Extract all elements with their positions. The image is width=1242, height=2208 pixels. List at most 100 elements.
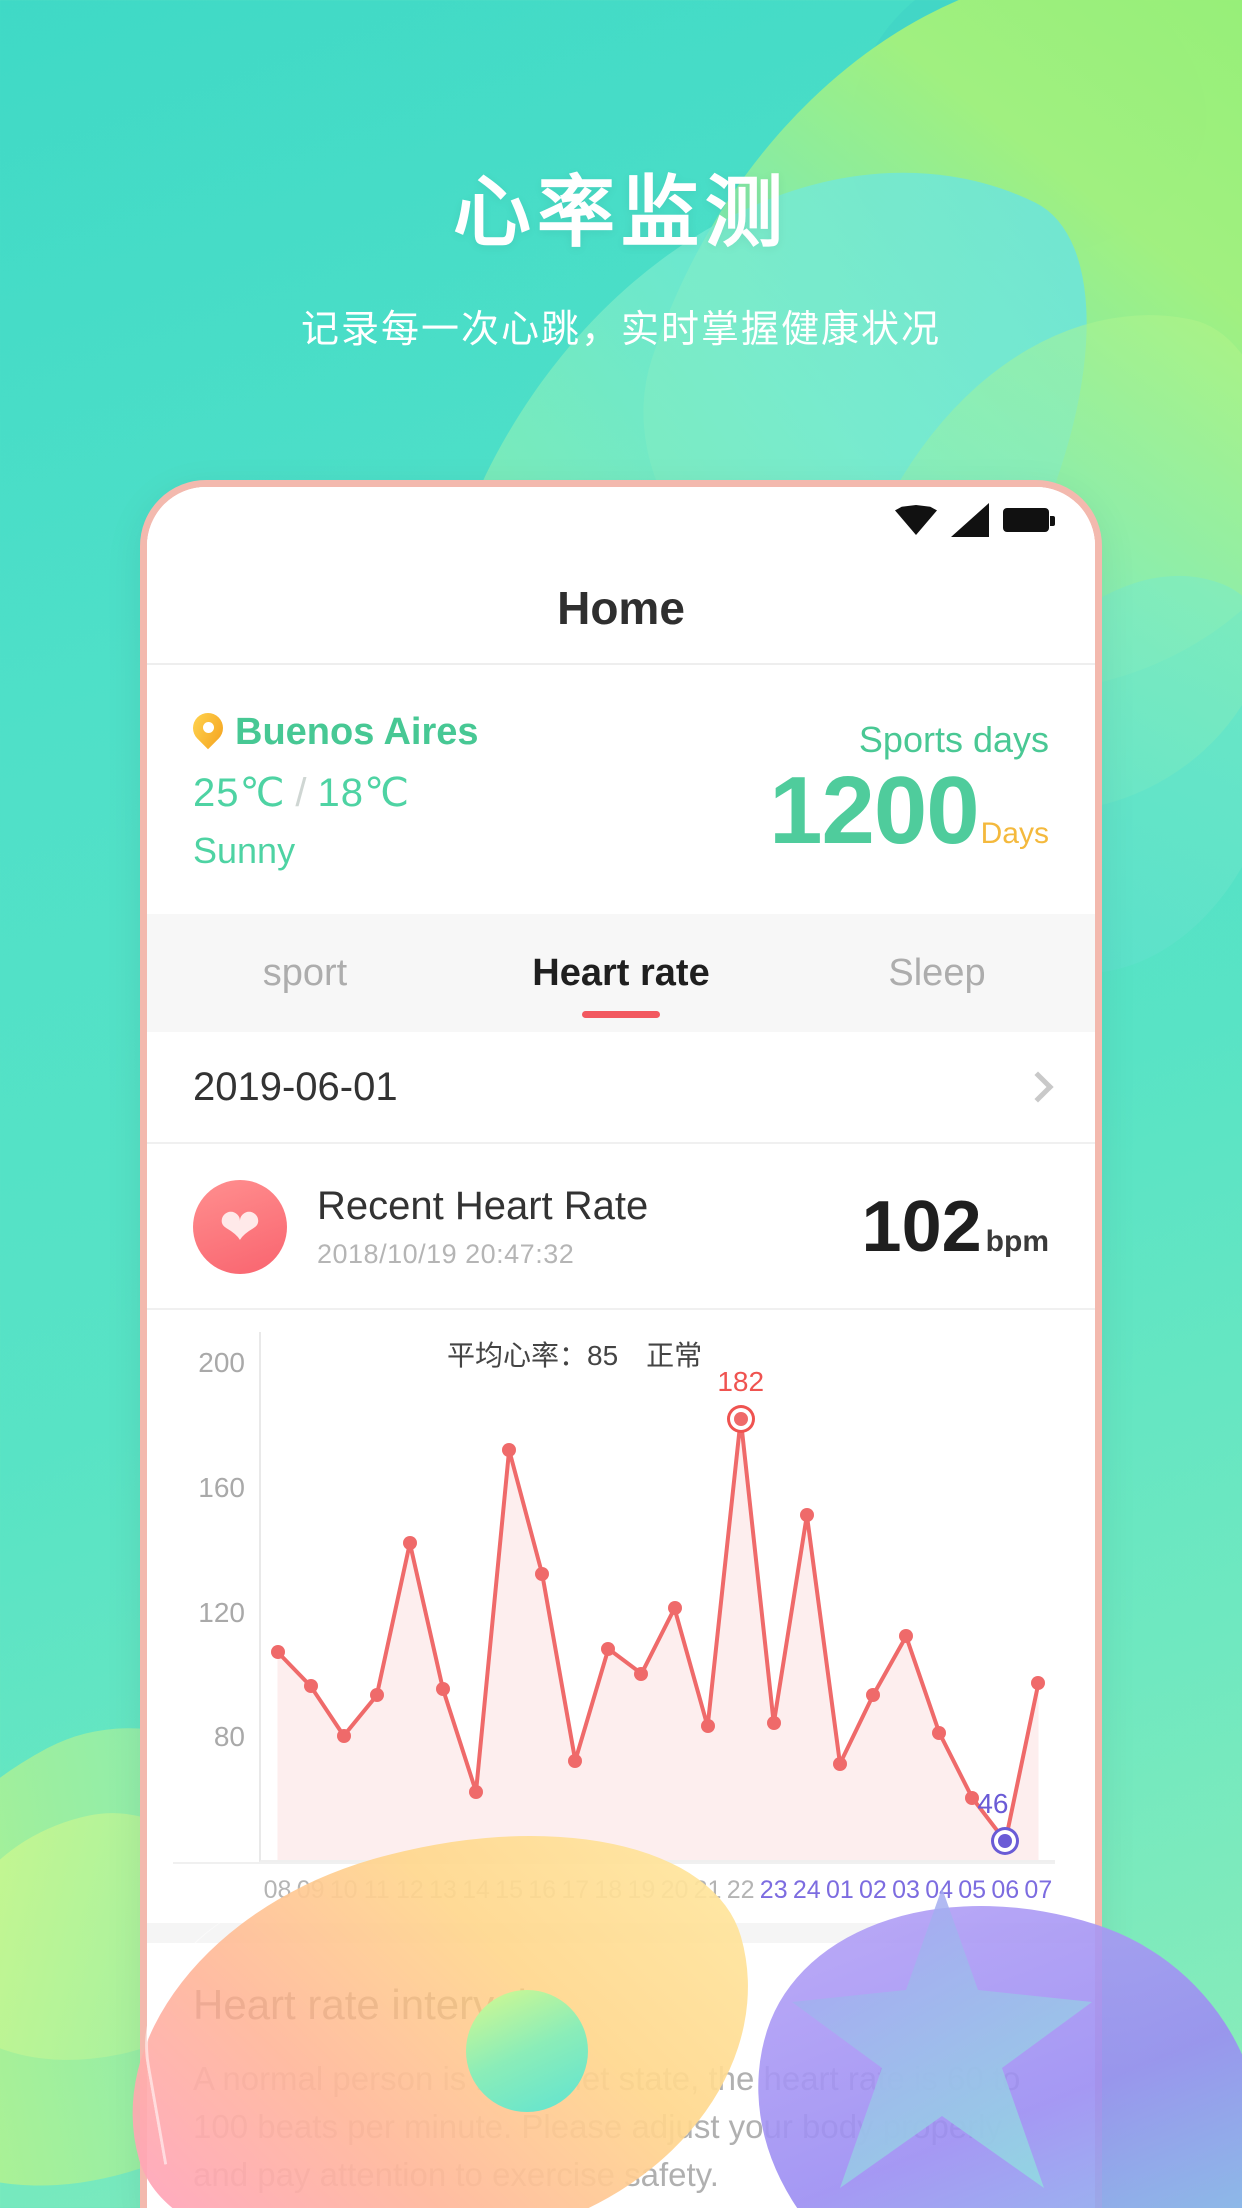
wifi-icon: [895, 505, 937, 535]
city-row[interactable]: Buenos Aires: [193, 711, 479, 754]
tab-sleep-label: Sleep: [888, 951, 986, 994]
x-axis-tick: 07: [1024, 1876, 1053, 1904]
y-axis-tick: 120: [198, 1596, 245, 1628]
date-selector-row[interactable]: 2019-06-01: [147, 1032, 1095, 1144]
chart-data-point: [568, 1753, 583, 1768]
heart-rate-interval-body: A normal person is in a quiet state, the…: [193, 2060, 1021, 2193]
weather-condition: Sunny: [193, 830, 296, 871]
chart-data-point: [303, 1679, 318, 1694]
x-axis-tick: 05: [958, 1876, 987, 1904]
chart-y-axis: 200 160 120 80: [173, 1332, 259, 1862]
sports-days-block: Sports days 1200Days: [769, 711, 1049, 859]
chart-plot-area: 200 160 120 80 182 46: [173, 1332, 1055, 1862]
temp-separator: /: [295, 771, 308, 815]
x-axis-tick: 22: [726, 1876, 755, 1904]
temp-high: 25℃: [193, 771, 286, 815]
x-axis-tick: 14: [462, 1876, 490, 1904]
page-title: 心率监测: [452, 168, 789, 256]
x-axis-tick: 23: [759, 1876, 788, 1904]
temp-low: 18℃: [317, 771, 410, 815]
recent-heart-rate-value: 102 bpm: [862, 1186, 1049, 1268]
chart-data-point: [766, 1716, 781, 1731]
chart-data-point: [369, 1688, 384, 1703]
chart-min-label: 46: [977, 1788, 1009, 1820]
recent-heart-rate-texts: Recent Heart Rate 2018/10/19 20:47:32: [317, 1184, 862, 1270]
x-axis-tick: 21: [693, 1876, 722, 1904]
chart-max-label: 182: [717, 1365, 765, 1397]
sports-days-number: 1200: [769, 757, 980, 864]
weather-summary-card[interactable]: Buenos Aires 25℃/18℃ Sunny Sports days 1…: [147, 665, 1095, 914]
chart-x-axis: 08 09 10 11 12 13 14 15 16 17 18 19 20 21 22 23 24 01 02 03…: [173, 1862, 1055, 1923]
chart-data-point: [634, 1666, 649, 1681]
tab-sport-label: sport: [262, 951, 348, 994]
heart-glyph: ❤: [219, 1199, 261, 1255]
chart-data-point: [270, 1644, 285, 1659]
recent-heart-rate-unit: bpm: [985, 1225, 1049, 1258]
chart-line-plot: 182 46: [259, 1332, 1055, 1862]
tab-underline-active: [582, 1011, 660, 1018]
x-axis-tick: 06: [991, 1876, 1020, 1904]
tab-heart-rate[interactable]: Heart rate: [463, 914, 779, 1032]
y-axis-tick: 160: [198, 1471, 245, 1503]
status-bar: [147, 487, 1095, 553]
page-subtitle: 记录每一次心跳，实时掌握健康状况: [300, 309, 941, 351]
chart-data-point: [866, 1688, 881, 1703]
heart-rate-interval-section: Heart rate interval A normal person is i…: [147, 1943, 1095, 2199]
chart-data-point: [601, 1641, 616, 1656]
tab-bar[interactable]: sport Heart rate Sleep: [147, 914, 1095, 1032]
chart-data-point: [336, 1728, 351, 1743]
x-axis-tick: 17: [561, 1876, 590, 1904]
tab-heart-rate-label: Heart rate: [532, 951, 710, 994]
recent-heart-rate-title: Recent Heart Rate: [317, 1184, 649, 1228]
tab-sport[interactable]: sport: [147, 914, 463, 1032]
battery-icon: [1003, 508, 1055, 532]
chart-data-point: [799, 1508, 814, 1523]
x-axis-tick: 02: [859, 1876, 887, 1904]
hero-section: 心率监测 记录每一次心跳，实时掌握健康状况: [0, 0, 1242, 353]
y-axis-tick: 200: [198, 1347, 245, 1379]
navbar-title: Home: [557, 582, 685, 634]
x-axis-tick: 01: [825, 1876, 854, 1904]
x-axis-tick: 20: [660, 1876, 689, 1904]
section-divider: [147, 1923, 1095, 1943]
chart-data-point: [1031, 1675, 1046, 1690]
phone-mockup: Home Buenos Aires 25℃/18℃ Sunny Sports d…: [140, 480, 1102, 2208]
heart-rate-interval-title: Heart rate interval: [193, 1981, 527, 2028]
x-axis-tick: 13: [429, 1876, 457, 1904]
y-axis-tick: 80: [213, 1721, 245, 1753]
heart-icon: ❤: [193, 1180, 287, 1274]
sports-days-value-row: 1200Days: [769, 763, 1049, 859]
x-axis-tick: 24: [792, 1876, 821, 1904]
chart-data-point: [667, 1601, 682, 1616]
x-axis-tick: 19: [627, 1876, 656, 1904]
sports-days-unit: Days: [980, 817, 1049, 850]
temperature-range: 25℃/18℃: [193, 770, 479, 816]
sports-days-label: Sports days: [858, 719, 1049, 760]
selected-date: 2019-06-01: [193, 1064, 398, 1109]
recent-heart-rate-row[interactable]: ❤ Recent Heart Rate 2018/10/19 20:47:32 …: [147, 1144, 1095, 1310]
chart-data-point: [435, 1682, 450, 1697]
x-axis-tick: 10: [329, 1876, 358, 1904]
x-axis-tick: 04: [925, 1876, 953, 1904]
x-axis-tick: 12: [395, 1876, 424, 1904]
recent-heart-rate-timestamp: 2018/10/19 20:47:32: [317, 1239, 575, 1269]
signal-icon: [951, 503, 989, 537]
chart-max-point: [733, 1411, 748, 1426]
x-axis-tick: 11: [363, 1876, 390, 1904]
location-pin-icon: [193, 713, 223, 753]
x-axis-tick: 08: [263, 1876, 292, 1904]
x-axis-tick: 18: [594, 1876, 623, 1904]
chevron-right-icon[interactable]: [1022, 1071, 1054, 1103]
x-axis-tick: 16: [528, 1876, 557, 1904]
chart-data-point: [535, 1567, 550, 1582]
chart-data-point: [899, 1629, 914, 1644]
chart-data-point: [700, 1719, 715, 1734]
x-axis-tick: 03: [892, 1876, 920, 1904]
x-axis-tick: 15: [495, 1876, 523, 1904]
chart-data-point: [402, 1536, 417, 1551]
chart-data-point: [832, 1756, 847, 1771]
recent-heart-rate-number: 102: [861, 1187, 982, 1267]
tab-sleep[interactable]: Sleep: [779, 914, 1095, 1032]
weather-info: Buenos Aires 25℃/18℃ Sunny: [193, 711, 479, 872]
app-navbar: Home: [147, 553, 1095, 665]
